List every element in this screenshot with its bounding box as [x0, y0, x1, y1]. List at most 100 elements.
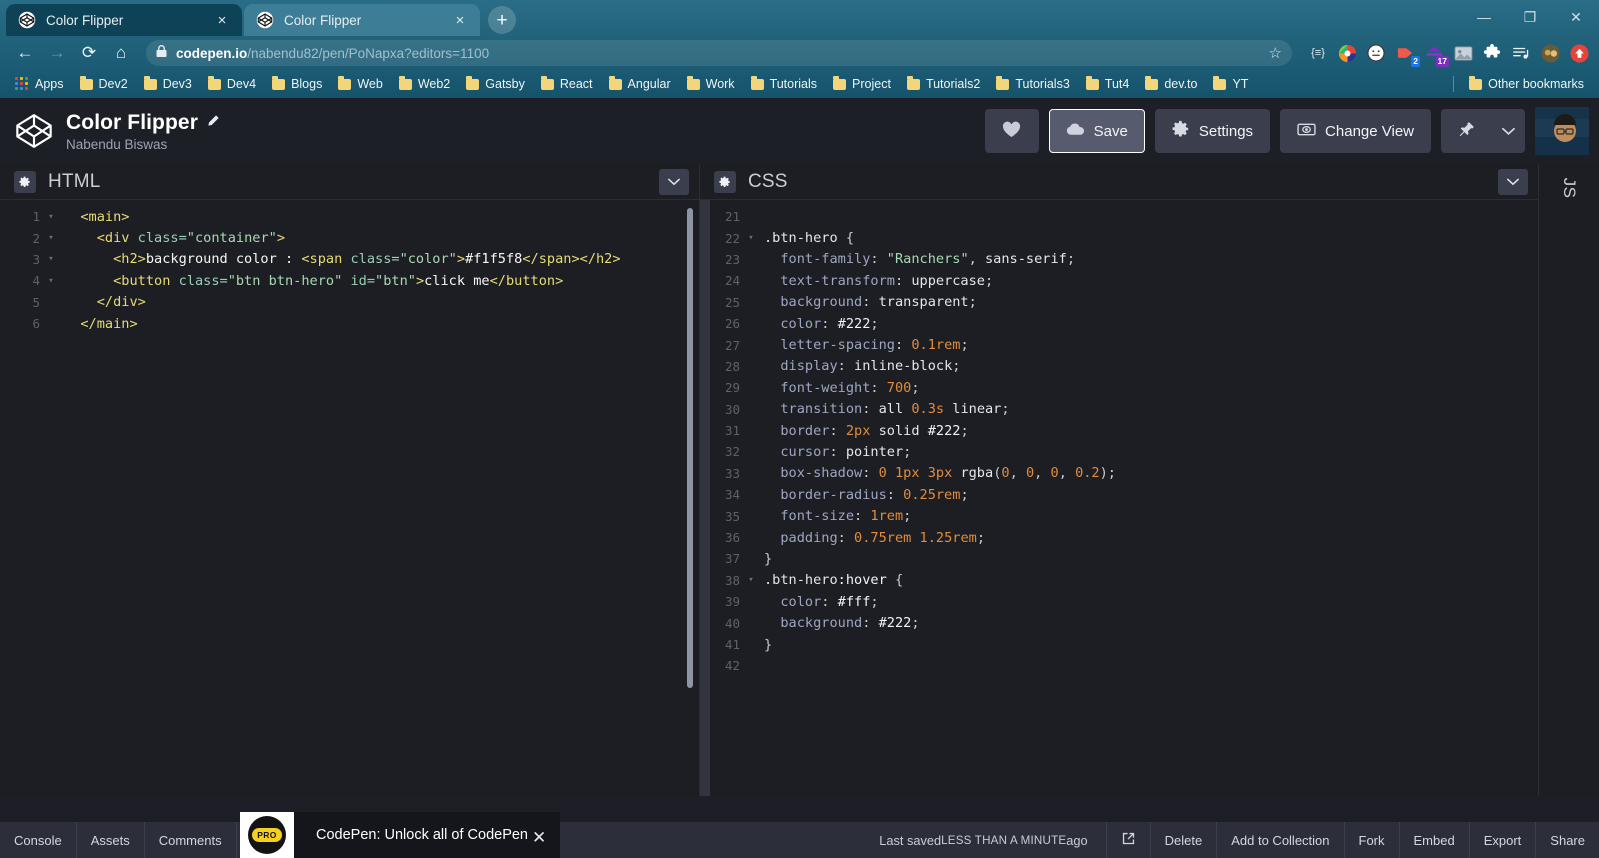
code-text: </div> [64, 294, 146, 311]
bookmark-dev4[interactable]: Dev4 [201, 75, 263, 93]
codepen-pro-toast[interactable]: PRO CodePen: Unlock all of CodePen [240, 812, 560, 858]
bookmark-blogs[interactable]: Blogs [265, 75, 329, 93]
bookmarks-divider [1453, 76, 1455, 92]
bookmark-dev2[interactable]: Dev2 [73, 75, 135, 93]
html-scrollbar[interactable] [687, 208, 693, 688]
fold-arrow-icon[interactable]: ▾ [744, 575, 758, 585]
bookmark-star-icon[interactable]: ☆ [1269, 44, 1282, 62]
reader-mode-icon[interactable]: {≡} [1308, 43, 1328, 63]
pin-button[interactable] [1441, 109, 1491, 153]
reload-icon[interactable]: ⟳ [74, 38, 104, 68]
html-code-area[interactable]: 1 ▾ <main> 2 ▾ <div class="container"> 3 ▾ <h… [0, 200, 699, 796]
bookmark-web2[interactable]: Web2 [392, 75, 457, 93]
bookmark-web[interactable]: Web [331, 75, 389, 93]
bookmark-gatsby[interactable]: Gatsby [459, 75, 532, 93]
pin-dropdown-button[interactable] [1491, 109, 1525, 153]
bookmark-yt[interactable]: YT [1206, 75, 1255, 93]
pencil-icon[interactable] [206, 114, 220, 131]
code-text: color: #222; [764, 315, 879, 332]
bookmark-angular[interactable]: Angular [602, 75, 678, 93]
code-text: font-weight: 700; [764, 379, 920, 396]
close-icon[interactable]: × [212, 10, 232, 30]
pushbullet-badge: 2 [1411, 56, 1420, 67]
bookmark-label: Dev4 [226, 77, 257, 91]
love-button[interactable] [984, 109, 1039, 153]
browser-tab-1[interactable]: Color Flipper × [6, 4, 242, 36]
code-line: 39 color: #fff; [700, 591, 1538, 612]
code-line: 33 box-shadow: 0 1px 3px rgba(0, 0, 0, 0… [700, 463, 1538, 484]
chevron-down-icon[interactable] [659, 168, 689, 195]
js-editor-panel-collapsed[interactable]: JS [1538, 164, 1599, 796]
bookmark-tutorials[interactable]: Tutorials [744, 75, 824, 93]
embed-button[interactable]: Embed [1398, 822, 1469, 858]
maximize-icon[interactable]: ❐ [1507, 0, 1553, 34]
code-text: font-size: 1rem; [764, 508, 912, 525]
share-button[interactable]: Share [1535, 822, 1599, 858]
fold-arrow-icon[interactable]: ▾ [744, 233, 758, 243]
bookmark-other-bookmarks[interactable]: Other bookmarks [1462, 75, 1591, 93]
footer-assets-button[interactable]: Assets [77, 822, 145, 858]
emoji-icon[interactable] [1366, 43, 1386, 63]
chevron-down-icon [1501, 123, 1515, 140]
close-icon[interactable]: × [450, 10, 470, 30]
bookmark-project[interactable]: Project [826, 75, 898, 93]
notes-icon[interactable]: 17 [1424, 43, 1449, 67]
extensions-row: {≡} 2 17 [1302, 43, 1589, 67]
back-icon[interactable]: ← [10, 38, 40, 68]
address-bar[interactable]: codepen.io/nabendu82/pen/PoNapxa?editors… [146, 40, 1292, 66]
pushbullet-icon[interactable]: 2 [1395, 43, 1420, 67]
toast-close-icon[interactable]: ✕ [532, 828, 546, 848]
forward-icon[interactable]: → [42, 38, 72, 68]
code-text: <main> [64, 208, 130, 225]
bookmark-tutorials3[interactable]: Tutorials3 [989, 75, 1076, 93]
bookmark-work[interactable]: Work [680, 75, 742, 93]
folder-icon [466, 75, 480, 90]
bookmark-tut4[interactable]: Tut4 [1079, 75, 1137, 93]
fold-arrow-icon[interactable]: ▾ [44, 233, 58, 243]
open-external-button[interactable] [1105, 822, 1150, 858]
bookmark-react[interactable]: React [534, 75, 600, 93]
home-icon[interactable]: ⌂ [106, 38, 136, 68]
code-line: 23 font-family: "Ranchers", sans-serif; [700, 249, 1538, 270]
gear-icon[interactable] [714, 170, 736, 193]
bookmark-devto[interactable]: dev.to [1138, 75, 1204, 93]
pen-author[interactable]: Nabendu Biswas [66, 137, 220, 152]
color-picker-icon[interactable] [1337, 43, 1357, 63]
fold-arrow-icon[interactable]: ▾ [44, 254, 58, 264]
chevron-down-icon[interactable] [1498, 168, 1528, 195]
fold-arrow-icon[interactable]: ▾ [44, 276, 58, 286]
gear-icon[interactable] [14, 170, 36, 193]
minimize-icon[interactable]: — [1461, 0, 1507, 34]
settings-button[interactable]: Settings [1154, 109, 1271, 153]
playlist-icon[interactable] [1511, 43, 1531, 63]
window-close-icon[interactable]: ✕ [1553, 0, 1599, 34]
puzzle-extensions-icon[interactable] [1482, 43, 1502, 63]
change-view-button[interactable]: Change View [1280, 109, 1431, 153]
update-icon[interactable] [1569, 43, 1589, 63]
footer-comments-button[interactable]: Comments [145, 822, 237, 858]
browser-tab-2[interactable]: Color Flipper × [244, 4, 480, 36]
add-to-collection-button[interactable]: Add to Collection [1216, 822, 1343, 858]
bookmark-dev3[interactable]: Dev3 [137, 75, 199, 93]
code-line: 26 color: #222; [700, 313, 1538, 334]
codepen-app: Color Flipper Nabendu Biswas Save Settin… [0, 98, 1599, 858]
bookmark-label: Project [852, 77, 891, 91]
profile-avatar-icon[interactable] [1540, 43, 1560, 63]
js-panel-title: JS [1560, 177, 1579, 199]
css-code-area[interactable]: 21 22 ▾ .btn-hero {23 font-family: "Rancher… [700, 200, 1538, 796]
export-button[interactable]: Export [1468, 822, 1536, 858]
code-text: border: 2px solid #222; [764, 422, 969, 439]
bookmark-apps[interactable]: Apps [8, 75, 71, 93]
save-button[interactable]: Save [1048, 109, 1145, 153]
footer-console-button[interactable]: Console [0, 822, 77, 858]
new-tab-button[interactable]: + [488, 6, 516, 34]
bookmark-label: Tutorials2 [925, 77, 981, 91]
avatar[interactable] [1535, 107, 1589, 155]
screenshot-icon[interactable] [1453, 43, 1473, 63]
fold-arrow-icon[interactable]: ▾ [44, 212, 58, 222]
bookmark-tutorials2[interactable]: Tutorials2 [900, 75, 987, 93]
delete-button[interactable]: Delete [1149, 822, 1217, 858]
codepen-logo[interactable] [14, 111, 54, 151]
code-text: box-shadow: 0 1px 3px rgba(0, 0, 0, 0.2)… [764, 465, 1116, 482]
fork-button[interactable]: Fork [1343, 822, 1399, 858]
